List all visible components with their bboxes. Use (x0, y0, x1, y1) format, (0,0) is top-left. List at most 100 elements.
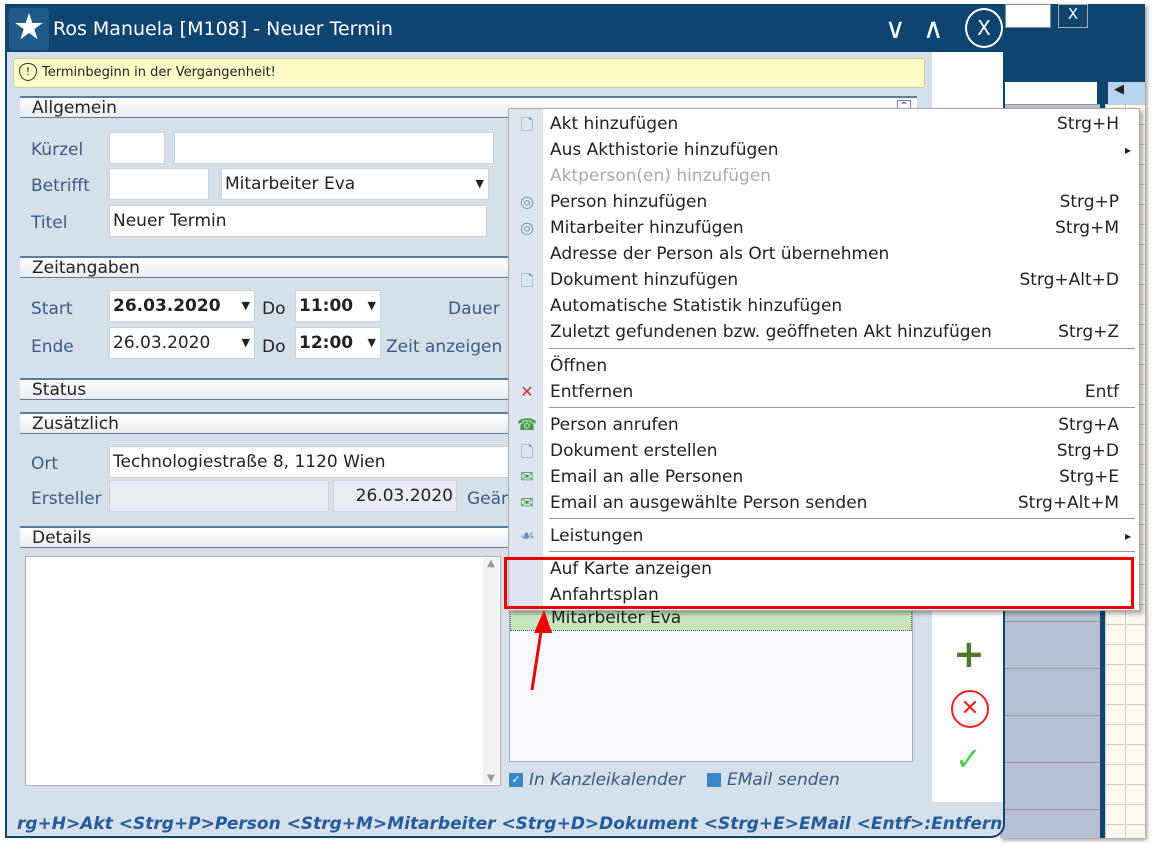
kuerzel-input[interactable] (109, 132, 165, 164)
menu-item[interactable]: Adresse der Person als Ort übernehmen (509, 241, 1139, 267)
bg-field (1005, 4, 1051, 28)
menu-item[interactable]: Öffnen (509, 353, 1139, 379)
titel-label: Titel (31, 213, 68, 233)
bg-scroll-left[interactable]: ◀ (1108, 82, 1145, 104)
document-icon: 🗋 (520, 442, 534, 461)
ersteller-label: Ersteller (31, 489, 102, 509)
mail-icon: ✉ (520, 467, 534, 486)
document-icon: 🗋 (520, 115, 534, 134)
zeit-anzeigen-label[interactable]: Zeit anzeigen a (386, 337, 518, 357)
menu-item-label: Öffnen (550, 356, 608, 376)
menu-item[interactable]: 🗋 Dokument erstellen Strg+D (509, 438, 1139, 464)
confirm-check-icon[interactable]: ✓ (955, 740, 982, 778)
menu-item-shortcut: Strg+Z (1058, 322, 1119, 342)
kanzleikalender-label[interactable]: In Kanzleikalender (529, 770, 685, 790)
mail-icon: ✉ (520, 493, 534, 512)
start-day: Do (262, 299, 286, 319)
menu-item[interactable]: ☎ Person anrufen Strg+A (509, 412, 1139, 438)
menu-item[interactable]: ✉ Email an alle Personen Strg+E (509, 464, 1139, 490)
geaendert-label: Geän (467, 489, 512, 509)
close-icon[interactable]: X (965, 8, 1003, 48)
star-icon[interactable]: ★ (9, 8, 49, 50)
red-arrow (530, 610, 552, 691)
dauer-label: Dauer (448, 299, 500, 319)
ort-value: Technologiestraße 8, 1120 Wien (113, 452, 386, 472)
dropdown-arrow-icon[interactable]: ▼ (368, 299, 376, 312)
chevron-up-icon[interactable]: ∧ (923, 12, 944, 45)
start-date-input[interactable]: 26.03.2020 ▼ (109, 290, 255, 322)
menu-item-label: Akt hinzufügen (550, 114, 679, 134)
menu-item-label: Leistungen (550, 526, 644, 546)
ende-date-input[interactable]: 26.03.2020 ▼ (109, 327, 255, 359)
start-time-value: 11:00 (299, 296, 354, 316)
ersteller-date: 26.03.2020 (333, 480, 457, 512)
highlight-box (504, 557, 1134, 609)
menu-item-label: Mitarbeiter hinzufügen (550, 218, 744, 238)
betrifft-select[interactable]: Mitarbeiter Eva ▼ (221, 168, 489, 200)
email-senden-label[interactable]: EMail senden (727, 770, 840, 790)
menu-item[interactable]: 🗋 Akt hinzufügen Strg+H (509, 111, 1139, 137)
menu-item-label: Entfernen (550, 382, 634, 402)
menu-item-shortcut: Strg+E (1059, 467, 1119, 487)
kuerzel-name-input[interactable] (174, 132, 494, 164)
menu-separator (549, 551, 1135, 552)
menu-item[interactable]: ◎ Mitarbeiter hinzufügen Strg+M (509, 215, 1139, 241)
menu-item-shortcut: Strg+D (1056, 441, 1119, 461)
menu-item[interactable]: 🗋 Dokument hinzufügen Strg+Alt+D (509, 267, 1139, 293)
bg-field (1005, 82, 1097, 104)
menu-item-label: Aus Akthistorie hinzufügen (550, 140, 779, 160)
details-textarea[interactable] (25, 556, 501, 786)
menu-separator (549, 348, 1135, 349)
details-scrollbar[interactable]: ▲ ▼ (483, 558, 499, 784)
kanzleikalender-checkbox[interactable]: ✓ (509, 773, 523, 787)
menu-item-label: Email an alle Personen (550, 467, 744, 487)
ende-label: Ende (31, 337, 74, 357)
ende-time-value: 12:00 (299, 333, 354, 353)
menu-item[interactable]: ✉ Email an ausgewählte Person senden Strg+… (509, 490, 1139, 516)
ende-date-value: 26.03.2020 (113, 333, 211, 353)
start-time-input[interactable]: 11:00 ▼ (295, 290, 381, 322)
titel-input[interactable]: Neuer Termin (109, 205, 487, 237)
menu-item[interactable]: Aus Akthistorie hinzufügen ▸ (509, 137, 1139, 163)
dropdown-arrow-icon[interactable]: ▼ (476, 177, 484, 190)
menu-item[interactable]: ◎ Person hinzufügen Strg+P (509, 189, 1139, 215)
menu-item-label: Zuletzt gefundenen bzw. geöffneten Akt h… (550, 322, 992, 342)
warning-banner: ! Terminbeginn in der Vergangenheit! (13, 58, 925, 88)
start-label: Start (31, 299, 73, 319)
dropdown-arrow-icon[interactable]: ▼ (242, 336, 250, 349)
add-icon[interactable]: + (953, 632, 985, 676)
menu-item[interactable]: Zuletzt gefundenen bzw. geöffneten Akt h… (509, 319, 1139, 345)
menu-item-shortcut: Strg+Alt+D (1019, 270, 1119, 290)
ersteller-input (109, 480, 329, 512)
menu-item-label: Person anrufen (550, 415, 679, 435)
betrifft-code-input[interactable] (109, 168, 209, 200)
dropdown-arrow-icon[interactable]: ▼ (242, 299, 250, 312)
menu-item-shortcut: Strg+Alt+M (1017, 493, 1119, 513)
menu-item-shortcut: Entf (1084, 382, 1119, 402)
hand-icon: ☙ (519, 526, 535, 545)
submenu-arrow-icon: ▸ (1124, 143, 1131, 157)
chevron-down-icon[interactable]: ∨ (885, 12, 906, 45)
section-title: Zeitangaben (32, 258, 140, 278)
section-title: Status (32, 380, 87, 400)
menu-item[interactable]: ☙ Leistungen ▸ (509, 523, 1139, 549)
ende-day: Do (262, 337, 286, 357)
ende-time-input[interactable]: 12:00 ▼ (295, 327, 381, 359)
menu-item[interactable]: Automatische Statistik hinzufügen (509, 293, 1139, 319)
kuerzel-label: Kürzel (31, 140, 84, 160)
email-senden-checkbox[interactable] (707, 773, 721, 787)
participants-list: Mitarbeiter Eva (509, 604, 913, 762)
menu-item-shortcut: Strg+M (1055, 218, 1119, 238)
cancel-icon[interactable]: ✕ (951, 690, 989, 728)
betrifft-label: Betrifft (31, 176, 90, 196)
section-title: Zusätzlich (32, 414, 119, 434)
menu-item-label: Adresse der Person als Ort übernehmen (550, 244, 890, 264)
menu-item[interactable]: ✕ Entfernen Entf (509, 379, 1139, 405)
betrifft-value: Mitarbeiter Eva (225, 174, 356, 194)
submenu-arrow-icon: ▸ (1124, 529, 1131, 543)
dropdown-arrow-icon[interactable]: ▼ (368, 336, 376, 349)
ort-input[interactable]: Technologiestraße 8, 1120 Wien (109, 446, 509, 478)
titel-value: Neuer Termin (113, 211, 227, 231)
x-icon: ✕ (520, 382, 534, 401)
bg-close-button[interactable]: X (1058, 4, 1088, 28)
